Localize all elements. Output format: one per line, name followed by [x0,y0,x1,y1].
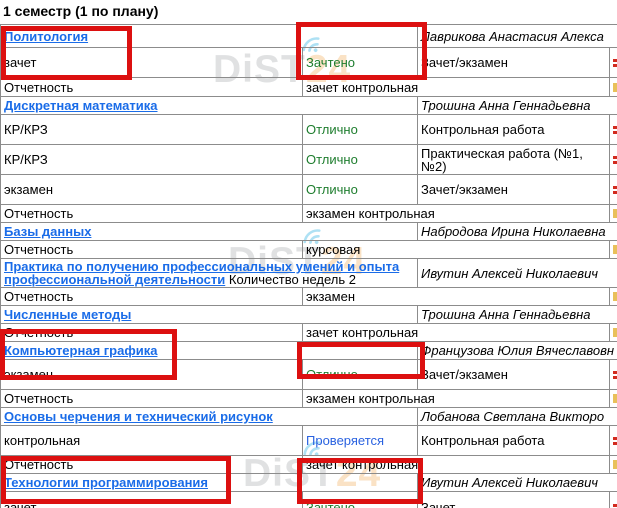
subject-link[interactable]: Дискретная математика [4,98,158,113]
subject-cell: Численные методы [1,306,418,324]
table-row: Дискретная математика Трошина Анна Генна… [1,97,617,115]
exam-type-cell: Практическая работа (№1, №2) [418,145,610,175]
exam-type-cell: Зачет [418,492,610,508]
clipped-column-cell [610,426,617,456]
teacher-name: Лаврикова Анастасия Алекса [418,25,617,48]
clipped-column-cell [610,456,617,474]
subject-cell: Практика по получению профессиональных у… [1,259,418,288]
clipped-column-cell [610,145,617,175]
grades-table: Политология Лаврикова Анастасия Алекса з… [0,24,617,508]
semester-grades-page: 1 семестр (1 по плану) DiST24 DiST24 DiS… [0,0,617,508]
table-row: Численные методы Трошина Анна Геннадьевн… [1,306,617,324]
table-row: КР/КРЗ Отлично Контрольная работа [1,115,617,145]
clipped-column-cell [610,390,617,408]
control-type-cell: КР/КРЗ [1,115,303,145]
weeks-count-label: Количество недель 2 [229,272,356,287]
report-value-cell: экзамен [303,288,610,306]
exam-type-cell: Контрольная работа [418,115,610,145]
clipped-column-cell [610,288,617,306]
control-type-cell: контрольная [1,426,303,456]
clipped-column-cell [610,241,617,259]
page-title: 1 семестр (1 по плану) [3,3,158,19]
table-row: Отчетность экзамен контрольная [1,205,617,223]
clipped-column-cell [610,48,617,78]
report-value-cell: зачет контрольная [303,324,610,342]
subject-cell: Базы данных [1,223,418,241]
report-value-cell: зачет контрольная [303,78,610,97]
control-type-cell: экзамен [1,175,303,205]
table-row: Отчетность зачет контрольная [1,78,617,97]
clipped-column-cell [610,492,617,508]
report-value-cell: экзамен контрольная [303,205,610,223]
report-label-cell: Отчетность [1,205,303,223]
table-row: Основы черчения и технический рисунок Ло… [1,408,617,426]
subject-cell: Дискретная математика [1,97,418,115]
subject-link[interactable]: Основы черчения и технический рисунок [4,409,273,424]
report-label-cell: Отчетность [1,78,303,97]
table-row: КР/КРЗ Отлично Практическая работа (№1, … [1,145,617,175]
clipped-column-cell [610,205,617,223]
annotation-box [1,26,132,80]
annotation-box [297,342,425,379]
grade-cell: Проверяется [303,426,418,456]
exam-type-cell: Зачет/экзамен [418,175,610,205]
control-type-cell: КР/КРЗ [1,145,303,175]
report-label-cell: Отчетность [1,241,303,259]
clipped-column-cell [610,324,617,342]
table-row: Базы данных Набродова Ирина Николаевна [1,223,617,241]
teacher-name: Трошина Анна Геннадьевна [418,97,617,115]
teacher-name: Французова Юлия Вячеславовн [418,342,617,360]
table-row: Отчетность экзамен [1,288,617,306]
teacher-name: Набродова Ирина Николаевна [418,223,617,241]
grade-cell: Отлично [303,175,418,205]
annotation-box [0,329,177,380]
table-row: Практика по получению профессиональных у… [1,259,617,288]
report-value-cell: экзамен контрольная [303,390,610,408]
annotation-box [296,22,427,80]
table-row: Отчетность экзамен контрольная [1,390,617,408]
clipped-column-cell [610,360,617,390]
exam-type-cell: Зачет/экзамен [418,360,610,390]
annotation-box [297,458,423,504]
table-row: Отчетность курсовая [1,241,617,259]
exam-type-cell: Зачет/экзамен [418,48,610,78]
table-row: экзамен Отлично Зачет/экзамен [1,175,617,205]
report-label-cell: Отчетность [1,288,303,306]
grade-cell: Отлично [303,115,418,145]
teacher-name: Трошина Анна Геннадьевна [418,306,617,324]
annotation-box [1,456,231,504]
clipped-column-cell [610,175,617,205]
clipped-column-cell [610,78,617,97]
exam-type-cell: Контрольная работа [418,426,610,456]
grade-cell: Отлично [303,145,418,175]
teacher-name: Ивутин Алексей Николаевич [418,259,617,288]
teacher-name: Лобанова Светлана Викторо [418,408,617,426]
subject-link[interactable]: Численные методы [4,307,131,322]
clipped-column-cell [610,115,617,145]
report-label-cell: Отчетность [1,390,303,408]
subject-link[interactable]: Базы данных [4,224,91,239]
subject-cell: Основы черчения и технический рисунок [1,408,418,426]
teacher-name: Ивутин Алексей Николаевич [418,474,617,492]
table-row: контрольная Проверяется Контрольная рабо… [1,426,617,456]
report-value-cell: курсовая [303,241,610,259]
